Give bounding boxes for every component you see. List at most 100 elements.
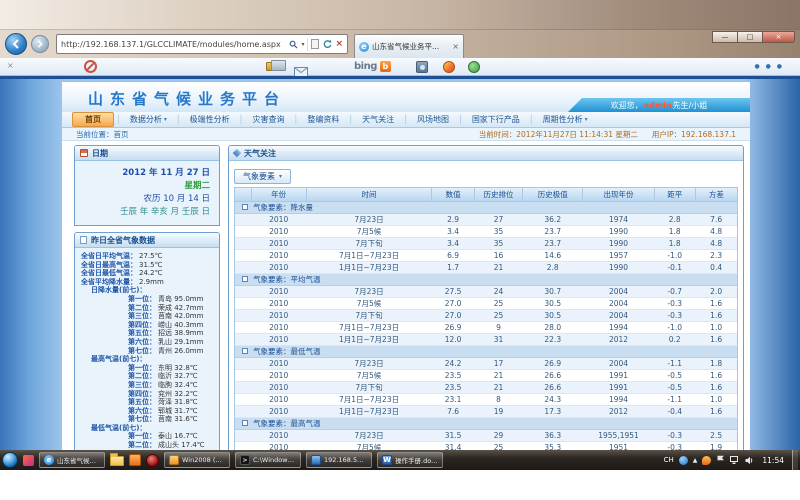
cell: 0.2 — [654, 333, 695, 345]
compatibility-view-icon[interactable] — [311, 39, 319, 49]
taskbar-clock[interactable]: 11:54 — [762, 456, 784, 465]
media-player-icon[interactable] — [146, 454, 159, 467]
group-expand-cell — [235, 273, 251, 285]
community-icon[interactable] — [468, 61, 480, 73]
close-toolbar-icon[interactable]: × — [7, 62, 14, 70]
orange-app-icon[interactable] — [129, 454, 141, 466]
site-nav: 首页│数据分析▾│极端性分析│灾害查询│整编资料│天气关注│风场地图│国家下行产… — [62, 112, 750, 128]
cards-icon[interactable] — [266, 62, 279, 71]
window-minimize-button[interactable]: — — [712, 31, 737, 43]
back-button[interactable] — [5, 33, 27, 55]
cell: 2010 — [251, 285, 306, 297]
taskbar-button-rdp[interactable]: 192.168.59.99... — [306, 452, 372, 468]
info-bar: 当前位置：首页 当前时间：2012年11月27日 11:14:31 星期二 用户… — [62, 128, 750, 141]
lunar-date: 农历 10 月 14 日 — [84, 193, 210, 206]
page-viewport: 山东省气候业务平台 欢迎您， admin 先生/小姐 首页│数据分析▾│极端性分… — [0, 76, 800, 450]
rank-item: 第一位：泰山 16.7℃ — [81, 432, 213, 441]
nav-item-3[interactable]: 极端性分析 — [181, 114, 239, 125]
expand-icon[interactable] — [242, 420, 248, 426]
address-bar[interactable]: http://192.168.137.1/GLCCLIMATE/modules/… — [56, 34, 348, 54]
group-row[interactable]: 气象要素：最低气温 — [235, 345, 737, 357]
taskbar-button-word[interactable]: W操作手册.docx .. — [377, 452, 443, 468]
cell: -0.3 — [654, 309, 695, 321]
pinned-app-icon[interactable] — [23, 455, 34, 466]
cell: 31.5 — [432, 429, 475, 441]
group-row[interactable]: 气象要素：平均气温 — [235, 273, 737, 285]
col-header: 历史极值 — [523, 188, 583, 201]
hidden-icons-arrow[interactable]: ▲ — [693, 457, 698, 464]
expand-icon[interactable] — [242, 276, 248, 282]
stop-icon[interactable]: × — [335, 40, 343, 49]
rdp-icon — [311, 455, 321, 465]
flag-icon[interactable] — [716, 455, 725, 465]
nav-item-9[interactable]: 周期性分析▾ — [534, 114, 597, 125]
nav-item-7[interactable]: 风场地图 — [408, 114, 458, 125]
cell: 2004 — [583, 297, 654, 309]
group-row[interactable]: 气象要素：最高气温 — [235, 417, 737, 429]
network-icon[interactable] — [730, 456, 740, 465]
tab-close-icon[interactable]: × — [452, 43, 459, 51]
cell: 21 — [474, 369, 522, 381]
cell: 2010 — [251, 237, 306, 249]
rank-value: 临沂 32.7℃ — [158, 372, 213, 381]
browser-tab[interactable]: e 山东省气候业务平... × — [354, 34, 464, 58]
language-indicator[interactable]: CH — [664, 456, 674, 464]
window-close-button[interactable]: × — [762, 31, 795, 43]
start-button[interactable] — [2, 452, 18, 468]
bing-logo[interactable]: bing b — [354, 61, 391, 72]
forward-button[interactable] — [31, 35, 49, 53]
row-select-cell — [235, 357, 251, 369]
window-maximize-button[interactable]: □ — [737, 31, 762, 43]
nav-item-4[interactable]: 灾害查询 — [244, 114, 294, 125]
cell: 1.8 — [654, 237, 695, 249]
cell: 35 — [474, 237, 522, 249]
expand-icon[interactable] — [242, 204, 248, 210]
expand-icon[interactable] — [242, 348, 248, 354]
nav-item-6[interactable]: 天气关注 — [353, 114, 403, 125]
cell: 31 — [474, 333, 522, 345]
table-row: 20101月1日~7月23日12.03122.320120.21.6 — [235, 333, 737, 345]
cell: 25 — [474, 309, 522, 321]
rank-label: 第一位： — [128, 432, 156, 441]
block-popup-icon[interactable] — [84, 60, 97, 73]
nav-item-label: 数据分析 — [130, 114, 162, 125]
more-tools-icon[interactable]: ● ● ● — [754, 63, 784, 70]
table-row: 20107月下旬3.43523.719901.84.8 — [235, 237, 737, 249]
weather-element-button[interactable]: 气象要素 ▾ — [234, 169, 291, 184]
nav-item-2[interactable]: 数据分析▾ — [121, 114, 176, 125]
taskbar-button-ie[interactable]: e山东省气候业务平... — [39, 452, 105, 468]
cell: 26.6 — [523, 381, 583, 393]
rank-item: 第七位：莒南 31.6℃ — [81, 415, 213, 424]
taskbar-button-vm[interactable]: Win2008 (VS2... — [164, 452, 230, 468]
refresh-icon[interactable] — [322, 39, 332, 49]
volume-icon[interactable] — [745, 456, 754, 465]
nav-item-5[interactable]: 整编资料 — [298, 114, 348, 125]
nav-item-label: 灾害查询 — [253, 114, 285, 125]
col-header: 历史排位 — [474, 188, 522, 201]
row-select-cell — [235, 321, 251, 333]
rank-label: 第六位： — [128, 338, 156, 347]
cell: -0.5 — [654, 381, 695, 393]
camera-icon[interactable] — [416, 61, 428, 73]
flame-icon[interactable] — [702, 456, 711, 465]
show-desktop-button[interactable] — [792, 450, 798, 470]
explorer-folder-icon[interactable] — [110, 456, 124, 466]
nav-item-8[interactable]: 国家下行产品 — [463, 114, 529, 125]
cell: 2.9 — [432, 213, 475, 225]
table-row: 20107月下旬27.02530.52004-0.31.6 — [235, 309, 737, 321]
cell: 23.7 — [523, 225, 583, 237]
group-row[interactable]: 气象要素：降水量 — [235, 201, 737, 213]
rank-value: 泰山 16.7℃ — [158, 432, 213, 441]
rank-value: 兖州 32.2℃ — [158, 390, 213, 399]
shield-icon[interactable] — [679, 456, 688, 465]
search-icon[interactable] — [289, 40, 298, 49]
stat-label: 全省日平均气温： — [81, 252, 137, 261]
col-header: 距平 — [654, 188, 695, 201]
palette-icon[interactable] — [443, 61, 455, 73]
cell: 23.7 — [523, 237, 583, 249]
nav-item-label: 天气关注 — [362, 114, 394, 125]
nav-item-1[interactable]: 首页 — [72, 112, 114, 127]
rank-label: 第二位： — [128, 372, 156, 381]
search-dropdown-icon[interactable]: ▾ — [301, 41, 304, 48]
taskbar-button-cmd[interactable]: >C:\Windows\s... — [235, 452, 301, 468]
